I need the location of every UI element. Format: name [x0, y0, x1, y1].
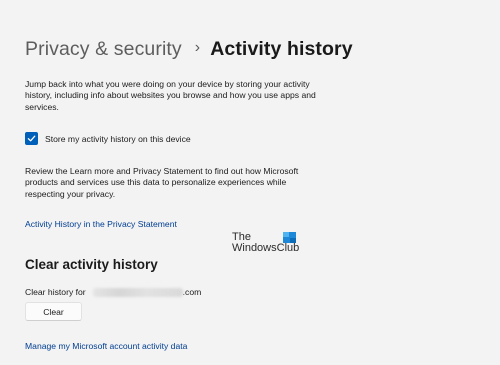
- privacy-statement-link[interactable]: Activity History in the Privacy Statemen…: [25, 219, 177, 229]
- checkmark-icon: [27, 135, 36, 142]
- store-activity-checkbox[interactable]: [25, 132, 38, 145]
- clear-activity-heading: Clear activity history: [25, 257, 158, 272]
- breadcrumb-separator-icon: ›: [194, 39, 201, 56]
- thewindowsclub-watermark: The WindowsClub: [232, 232, 299, 254]
- privacy-review-text: Review the Learn more and Privacy Statem…: [25, 166, 299, 199]
- clear-button[interactable]: Clear: [25, 302, 82, 321]
- store-activity-label: Store my activity history on this device: [45, 133, 191, 144]
- breadcrumb: Privacy & security › Activity history: [25, 36, 353, 62]
- windowsclub-logo-icon: [283, 232, 296, 243]
- breadcrumb-parent-privacy-security[interactable]: Privacy & security: [25, 38, 182, 61]
- page-title: Activity history: [210, 37, 353, 60]
- store-activity-checkbox-row[interactable]: Store my activity history on this device: [25, 132, 191, 145]
- clear-history-for-label: Clear history for: [25, 287, 86, 297]
- activity-history-page: Privacy & security › Activity history Ju…: [0, 0, 500, 365]
- account-domain-suffix: .com: [182, 287, 202, 297]
- activity-history-description: Jump back into what you were doing on yo…: [25, 79, 316, 112]
- clear-history-for-row: Clear history for .com: [25, 287, 201, 297]
- manage-account-activity-link[interactable]: Manage my Microsoft account activity dat…: [25, 341, 187, 351]
- watermark-line-2: WindowsClub: [232, 242, 300, 254]
- redacted-account-email: [92, 287, 183, 297]
